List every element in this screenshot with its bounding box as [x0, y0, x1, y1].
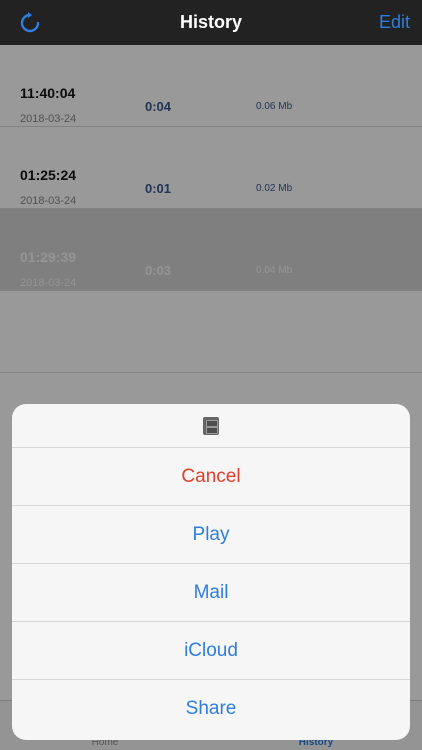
page-title: History — [179, 12, 242, 32]
mail-button[interactable]: Mail — [12, 564, 410, 622]
nav-bar: History Edit — [0, 0, 422, 45]
action-sheet: Cancel Play Mail iCloud Share — [12, 404, 410, 740]
share-button[interactable]: Share — [12, 680, 410, 738]
icloud-button[interactable]: iCloud — [12, 622, 410, 680]
action-sheet-header — [12, 404, 410, 448]
edit-button[interactable]: Edit — [379, 12, 410, 33]
play-button[interactable]: Play — [12, 506, 410, 564]
cancel-button[interactable]: Cancel — [12, 448, 410, 506]
file-cabinet-icon — [203, 416, 219, 435]
